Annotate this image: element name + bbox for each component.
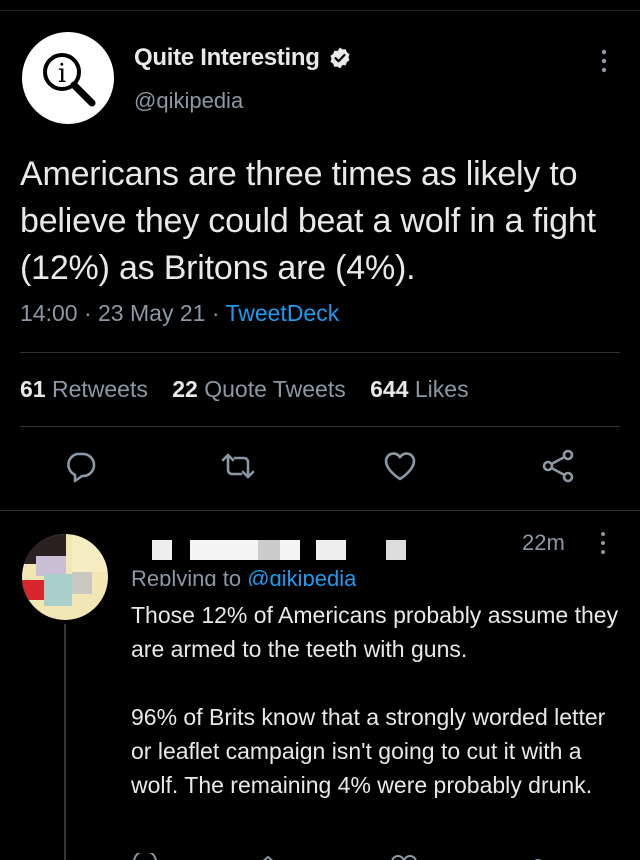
tweet-source-link[interactable]: TweetDeck <box>225 300 339 326</box>
quotes-label: Quote Tweets <box>204 376 346 402</box>
tweet-text: Americans are three times as likely to b… <box>20 155 596 287</box>
quotes-stat[interactable]: 22 Quote Tweets <box>172 376 345 402</box>
more-options-icon[interactable] <box>594 48 614 74</box>
retweets-label: Retweets <box>51 376 148 402</box>
svg-text:i: i <box>58 59 66 89</box>
replying-prefix: Replying to <box>131 566 242 586</box>
author-handle[interactable]: @qikipedia <box>134 88 243 114</box>
meta-separator: · <box>83 300 99 326</box>
tweet-meta: 14:00 · 23 May 21 · TweetDeck <box>20 300 339 327</box>
like-icon[interactable] <box>382 448 418 484</box>
replying-handle-link[interactable]: @qikipedia <box>247 566 356 586</box>
reply-paragraph: 96% of Brits know that a strongly worded… <box>131 704 606 798</box>
reply-icon[interactable] <box>62 448 98 484</box>
retweets-count: 61 <box>20 376 46 402</box>
reply-actions-partial <box>0 850 640 860</box>
tweet-divider <box>0 510 640 511</box>
tweet-stats: 61 Retweets 22 Quote Tweets 644 Likes <box>20 376 469 403</box>
author-name-row[interactable]: Quite Interesting <box>134 44 352 72</box>
reply-paragraph: Those 12% of Americans probably assume t… <box>131 602 619 662</box>
quotes-count: 22 <box>172 376 198 402</box>
share-icon[interactable] <box>540 448 576 484</box>
divider <box>20 352 620 353</box>
reply-text: Those 12% of Americans probably assume t… <box>131 598 631 802</box>
top-divider <box>0 10 640 11</box>
likes-count: 644 <box>370 376 409 402</box>
tweet-actions <box>0 448 640 492</box>
tweet-date: 23 May 21 <box>98 300 206 326</box>
reply-avatar[interactable] <box>22 534 108 620</box>
retweets-stat[interactable]: 61 Retweets <box>20 376 148 402</box>
avatar[interactable]: i <box>22 32 114 124</box>
verified-badge-icon <box>330 47 350 69</box>
reply-like-icon[interactable] <box>391 855 417 860</box>
author-name[interactable]: Quite Interesting <box>134 44 320 72</box>
replying-to: Replying to @qikipedia <box>131 560 356 586</box>
retweet-icon[interactable] <box>220 448 256 484</box>
divider <box>20 426 620 427</box>
likes-stat[interactable]: 644 Likes <box>370 376 468 402</box>
likes-label: Likes <box>414 376 469 402</box>
thread-line <box>64 624 66 860</box>
reply-reply-icon[interactable] <box>133 850 157 860</box>
reply-more-options-icon[interactable] <box>596 531 610 555</box>
meta-separator: · <box>211 300 226 326</box>
reply-time: 22m <box>522 530 565 555</box>
qi-logo-icon: i <box>43 53 96 107</box>
tweet-time: 14:00 <box>20 300 78 326</box>
